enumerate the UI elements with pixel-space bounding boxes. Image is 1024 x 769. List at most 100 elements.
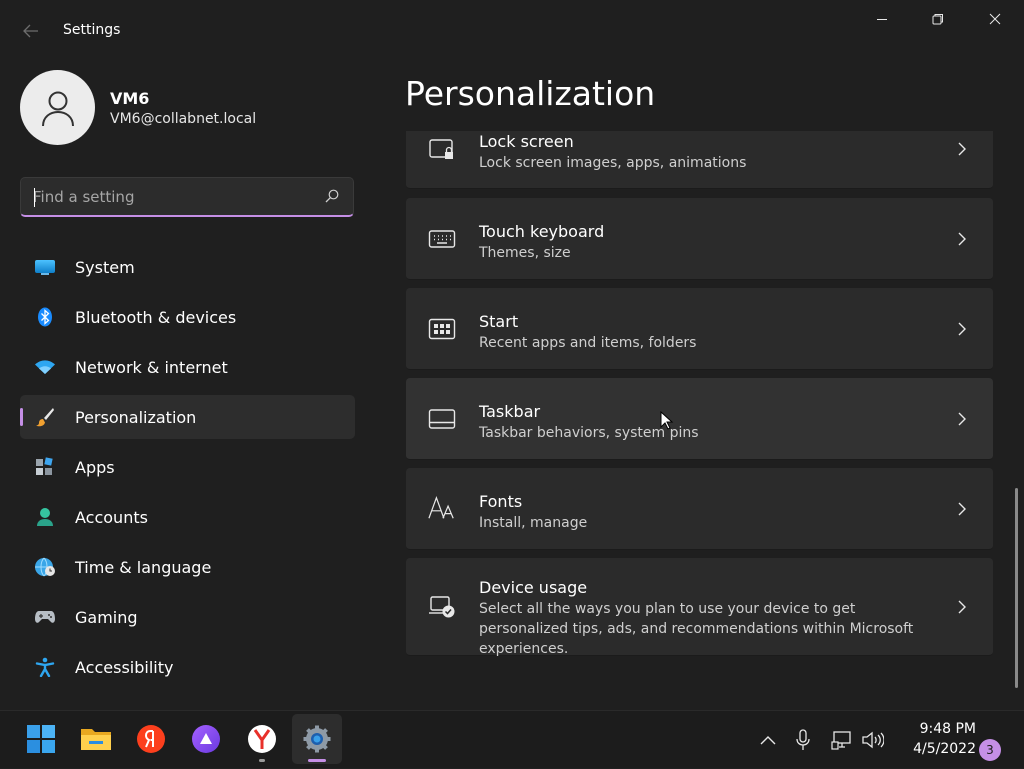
- start-icon: [428, 316, 456, 342]
- search-box[interactable]: [20, 177, 354, 217]
- chevron-right-icon: [958, 232, 966, 246]
- apps-icon: [34, 457, 56, 477]
- alice-icon: [192, 725, 220, 753]
- card-title: Lock screen: [479, 132, 574, 151]
- chevron-right-icon: [958, 142, 966, 156]
- restore-icon: [932, 14, 943, 25]
- paintbrush-icon: [34, 407, 56, 427]
- search-input[interactable]: [33, 186, 303, 208]
- sidebar-item-label: Accessibility: [75, 657, 174, 677]
- mouse-cursor-icon: [660, 411, 674, 430]
- sidebar-item-label: Apps: [75, 457, 115, 477]
- card-touch-keyboard[interactable]: Touch keyboard Themes, size: [406, 198, 993, 280]
- alice-button[interactable]: [181, 714, 231, 764]
- card-title: Device usage: [479, 578, 588, 597]
- sidebar-item-label: Gaming: [75, 607, 138, 627]
- network-icon: [831, 731, 851, 750]
- card-subtitle: Recent apps and items, folders: [479, 335, 697, 351]
- settings-list: Lock screen Lock screen images, apps, an…: [406, 131, 994, 691]
- card-subtitle: Install, manage: [479, 515, 588, 531]
- clock[interactable]: 9:48 PM 4/5/2022: [896, 719, 976, 759]
- user-name: VM6: [110, 89, 150, 108]
- chevron-right-icon: [958, 412, 966, 426]
- globe-clock-icon: [34, 557, 56, 577]
- back-button[interactable]: [18, 18, 44, 44]
- sidebar-item-time-language[interactable]: Time & language: [20, 545, 355, 589]
- person-icon: [34, 507, 56, 527]
- volume-icon: [862, 731, 884, 749]
- scrollbar[interactable]: [1015, 488, 1018, 688]
- sidebar-item-label: Accounts: [75, 507, 148, 527]
- gear-icon: [303, 725, 331, 753]
- user-silhouette-icon: [41, 91, 74, 126]
- user-email: VM6@collabnet.local: [110, 111, 257, 127]
- minimize-button[interactable]: [853, 0, 910, 38]
- search-icon[interactable]: [325, 189, 339, 203]
- avatar[interactable]: [20, 70, 95, 145]
- notification-badge[interactable]: 3: [979, 739, 1001, 761]
- active-indicator: [308, 759, 326, 762]
- card-title: Fonts: [479, 492, 523, 511]
- network-button[interactable]: [830, 711, 854, 769]
- folder-icon: [81, 729, 111, 750]
- volume-button[interactable]: [861, 711, 885, 769]
- sidebar-item-label: Personalization: [75, 407, 197, 427]
- sidebar-item-accounts[interactable]: Accounts: [20, 495, 355, 539]
- microphone-button[interactable]: [792, 711, 814, 769]
- card-start[interactable]: Start Recent apps and items, folders: [406, 288, 993, 370]
- yandex-button[interactable]: [126, 714, 176, 764]
- chevron-up-icon: [760, 736, 776, 745]
- clock-time: 9:48 PM: [919, 721, 976, 737]
- sidebar-item-gaming[interactable]: Gaming: [20, 595, 355, 639]
- wifi-icon: [34, 357, 56, 377]
- device-usage-icon: [428, 594, 456, 620]
- card-title: Touch keyboard: [479, 222, 605, 241]
- bluetooth-icon: [34, 307, 56, 327]
- close-icon: [989, 13, 1000, 25]
- show-hidden-icons-button[interactable]: [756, 711, 780, 769]
- yandex-icon: [137, 725, 165, 753]
- start-button[interactable]: [16, 714, 66, 764]
- sidebar-nav: System Bluetooth & devices Network & int…: [20, 245, 355, 695]
- sidebar-item-label: System: [75, 257, 135, 277]
- card-subtitle: Taskbar behaviors, system pins: [479, 425, 699, 441]
- sidebar-item-apps[interactable]: Apps: [20, 445, 355, 489]
- chevron-right-icon: [958, 600, 966, 614]
- sidebar-item-label: Time & language: [75, 557, 212, 577]
- chevron-right-icon: [958, 502, 966, 516]
- card-taskbar[interactable]: Taskbar Taskbar behaviors, system pins: [406, 378, 993, 460]
- yandex-browser-button[interactable]: [237, 714, 287, 764]
- sidebar-item-bluetooth[interactable]: Bluetooth & devices: [20, 295, 355, 339]
- settings-window: Settings VM6 VM6@collabnet.local System …: [0, 0, 1024, 710]
- card-subtitle: Themes, size: [479, 245, 571, 261]
- sidebar-item-label: Network & internet: [75, 357, 228, 377]
- microphone-icon: [796, 729, 810, 750]
- card-title: Start: [479, 312, 519, 331]
- clock-date: 4/5/2022: [913, 741, 976, 757]
- page-title: Personalization: [405, 74, 656, 113]
- minimize-icon: [876, 19, 887, 20]
- windows-logo-icon: [27, 725, 55, 753]
- back-arrow-icon: [23, 24, 38, 38]
- settings-button[interactable]: [292, 714, 342, 764]
- sidebar-item-system[interactable]: System: [20, 245, 355, 289]
- restore-button[interactable]: [909, 0, 966, 38]
- sidebar-item-accessibility[interactable]: Accessibility: [20, 645, 355, 689]
- card-title: Taskbar: [479, 402, 541, 421]
- chevron-right-icon: [958, 322, 966, 336]
- card-subtitle: Select all the ways you plan to use your…: [479, 601, 914, 657]
- yandex-browser-icon: [248, 725, 276, 753]
- card-device-usage[interactable]: Device usage Select all the ways you pla…: [406, 558, 993, 657]
- file-explorer-button[interactable]: [71, 714, 121, 764]
- accessibility-icon: [34, 657, 56, 677]
- taskbar-icon: [428, 406, 456, 432]
- sidebar-item-personalization[interactable]: Personalization: [20, 395, 355, 439]
- app-title: Settings: [63, 22, 121, 38]
- keyboard-icon: [428, 226, 456, 252]
- sidebar-item-label: Bluetooth & devices: [75, 307, 237, 327]
- card-lock-screen[interactable]: Lock screen Lock screen images, apps, an…: [406, 131, 993, 189]
- card-fonts[interactable]: Fonts Install, manage: [406, 468, 993, 550]
- sidebar-item-network[interactable]: Network & internet: [20, 345, 355, 389]
- taskbar: 9:48 PM 4/5/2022 3: [0, 710, 1024, 768]
- close-button[interactable]: [966, 0, 1023, 38]
